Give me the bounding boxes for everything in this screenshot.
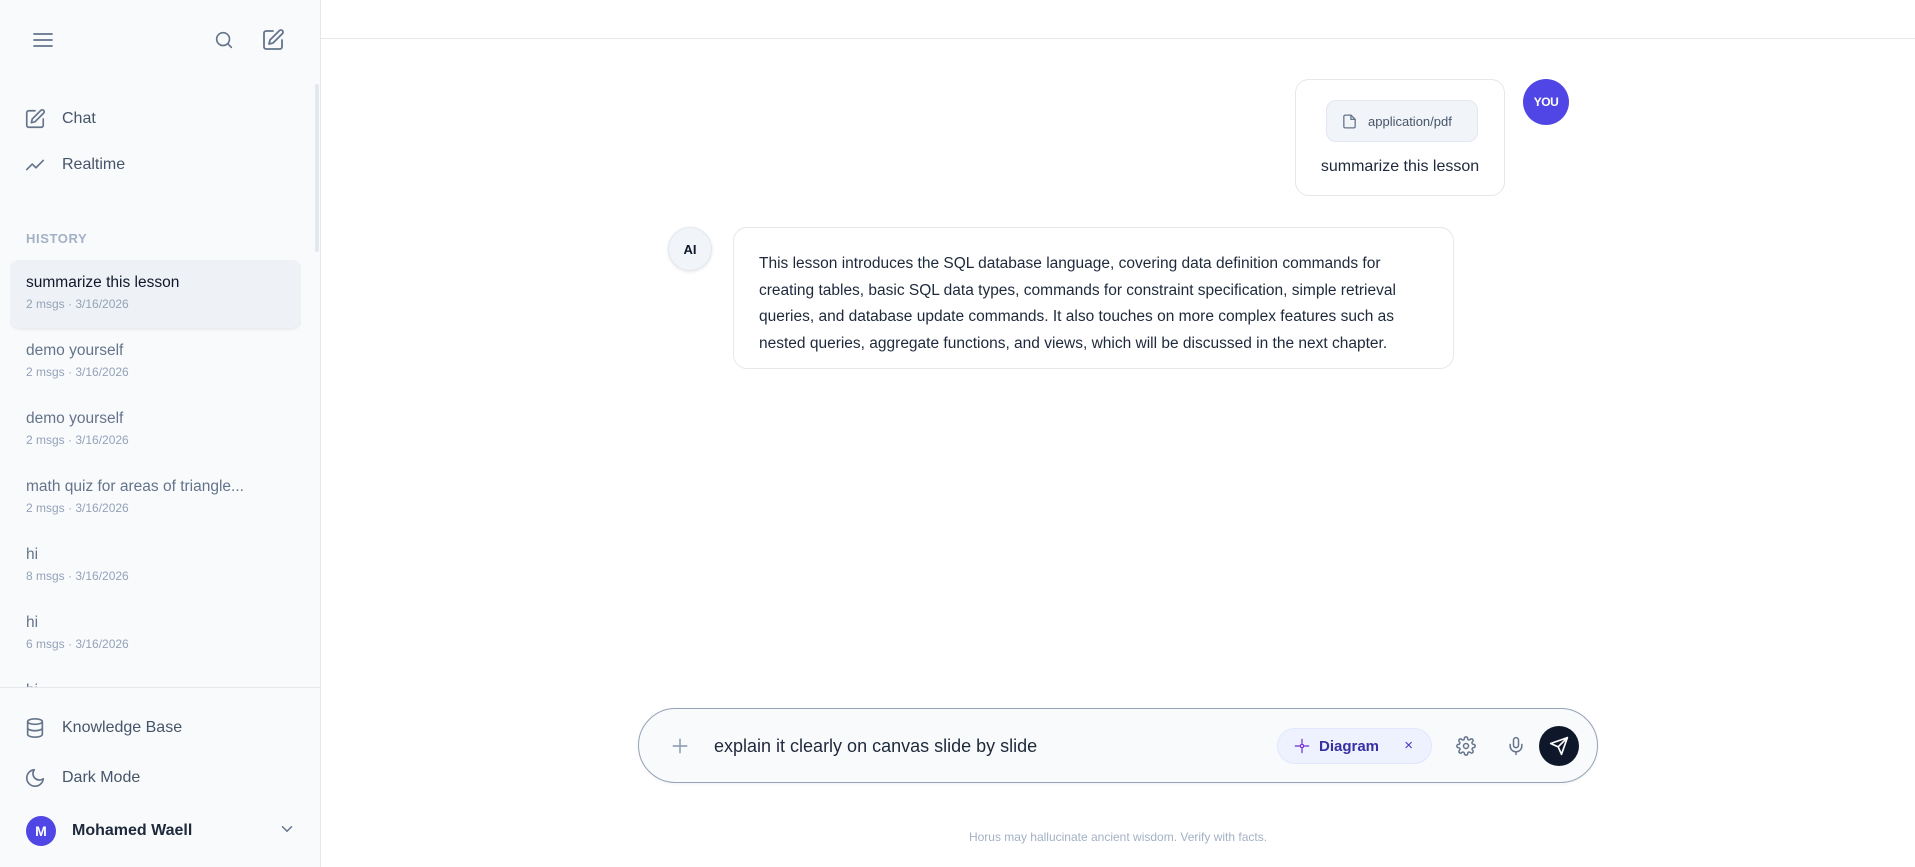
user-name: Mohamed Waell <box>72 822 193 839</box>
trend-icon <box>25 159 45 171</box>
history-item-meta: 2 msgs · 3/16/2026 <box>26 501 129 515</box>
settings-button[interactable] <box>1450 730 1482 762</box>
user-avatar-badge: YOU <box>1523 79 1569 125</box>
avatar: M <box>26 816 56 846</box>
sidebar-scrollbar[interactable] <box>315 84 319 252</box>
disclaimer-text: Horus may hallucinate ancient wisdom. Ve… <box>968 830 1268 844</box>
microphone-icon <box>1509 736 1523 756</box>
moon-icon <box>25 768 45 788</box>
nav-item-chat[interactable]: Chat <box>24 104 96 134</box>
diagram-chip-label: Diagram <box>1319 737 1380 755</box>
message-composer: Diagram × <box>638 708 1598 783</box>
sidebar-footer: Knowledge Base Dark Mode M Mohamed Waell <box>0 687 320 867</box>
user-message-text: summarize this lesson <box>1320 158 1480 175</box>
history-item-title: math quiz for areas of triangle... <box>26 478 244 495</box>
history-item[interactable]: demo yourself 2 msgs · 3/16/2026 <box>10 328 301 396</box>
hamburger-menu-icon <box>33 33 53 47</box>
history-item-title: hi <box>26 546 39 563</box>
history-item-meta: 2 msgs · 3/16/2026 <box>26 365 129 379</box>
user-menu[interactable]: M Mohamed Waell <box>26 815 296 847</box>
sidebar: Chat Realtime HISTORY summarize this les… <box>0 0 321 867</box>
send-button[interactable] <box>1539 726 1579 766</box>
history-item[interactable]: hi <box>10 668 301 688</box>
nav-item-label: Realtime <box>62 156 126 173</box>
nav-item-label: Dark Mode <box>62 769 141 786</box>
chevron-down-icon <box>278 820 296 843</box>
ai-message-bubble: This lesson introduces the SQL database … <box>733 227 1454 369</box>
history-item[interactable]: demo yourself 2 msgs · 3/16/2026 <box>10 396 301 464</box>
history-item[interactable]: summarize this lesson 2 msgs · 3/16/2026 <box>10 260 301 328</box>
nav-item-realtime[interactable]: Realtime <box>24 150 125 180</box>
history-item-meta: 2 msgs · 3/16/2026 <box>26 433 129 447</box>
history-item-title: hi <box>26 614 39 631</box>
history-item-meta: 6 msgs · 3/16/2026 <box>26 637 129 651</box>
diagram-mode-chip[interactable]: Diagram × <box>1277 728 1432 764</box>
nav-item-label: Knowledge Base <box>62 719 183 736</box>
history-item[interactable]: math quiz for areas of triangle... 2 msg… <box>10 464 301 532</box>
user-message-bubble: application/pdf summarize this lesson <box>1295 79 1505 196</box>
history-item[interactable]: hi 8 msgs · 3/16/2026 <box>10 532 301 600</box>
prompt-input[interactable] <box>714 729 1234 763</box>
history-item-title: demo yourself <box>26 342 124 359</box>
dark-mode-toggle[interactable]: Dark Mode <box>24 763 140 793</box>
close-icon[interactable]: × <box>1404 737 1413 754</box>
history-section-label: HISTORY <box>26 231 88 246</box>
chat-main: application/pdf summarize this lesson YO… <box>321 0 1915 867</box>
gear-icon <box>1456 736 1476 756</box>
file-icon <box>1343 113 1356 129</box>
history-item[interactable]: hi 6 msgs · 3/16/2026 <box>10 600 301 668</box>
search-button[interactable] <box>207 23 241 57</box>
voice-input-button[interactable] <box>1500 730 1532 762</box>
history-list: summarize this lesson 2 msgs · 3/16/2026… <box>10 260 301 688</box>
attachment-chip[interactable]: application/pdf <box>1326 100 1478 142</box>
edit-icon <box>25 109 45 129</box>
ai-message-text: This lesson introduces the SQL database … <box>759 255 1396 352</box>
database-icon <box>26 718 44 738</box>
ai-avatar-badge: AI <box>668 227 712 271</box>
history-item-title: summarize this lesson <box>26 274 180 291</box>
send-icon <box>1549 736 1569 756</box>
nav-item-knowledge-base[interactable]: Knowledge Base <box>24 713 182 743</box>
new-chat-button[interactable] <box>256 23 290 57</box>
search-icon <box>215 31 233 49</box>
nav-item-label: Chat <box>62 110 96 127</box>
top-bar <box>321 0 1915 39</box>
history-item-title: demo yourself <box>26 410 124 427</box>
history-item-meta: 2 msgs · 3/16/2026 <box>26 297 129 311</box>
attachment-type: application/pdf <box>1368 113 1452 129</box>
sparkle-icon <box>1294 738 1310 754</box>
sidebar-header <box>0 0 320 80</box>
app-window: Chat Realtime HISTORY summarize this les… <box>0 0 1915 867</box>
history-item-meta: 8 msgs · 3/16/2026 <box>26 569 129 583</box>
plus-icon <box>672 738 688 754</box>
menu-toggle-button[interactable] <box>26 23 60 57</box>
edit-icon <box>263 29 284 50</box>
attach-button[interactable] <box>663 729 697 763</box>
